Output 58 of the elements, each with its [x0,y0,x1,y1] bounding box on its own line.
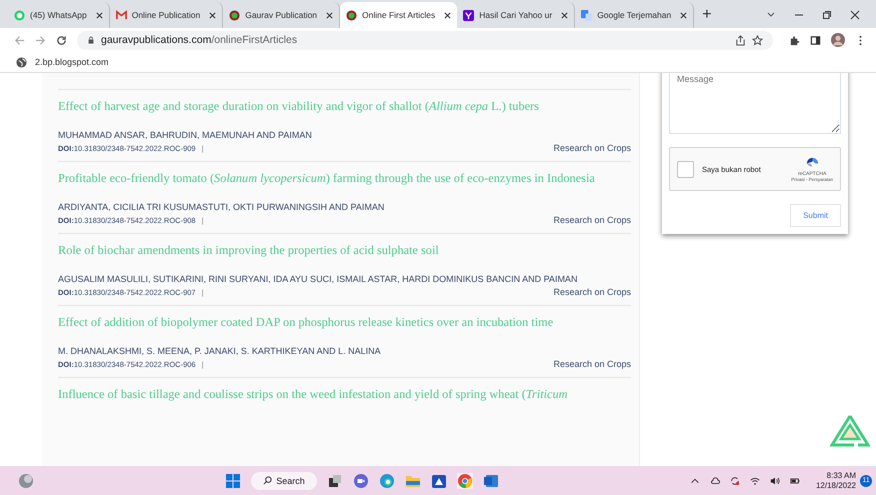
close-icon[interactable] [850,10,860,20]
triangle-logo-icon [830,414,870,448]
share-icon[interactable] [735,34,746,46]
clock-time[interactable]: 8:33 AM [826,470,856,480]
taskbar-search-button[interactable]: Search [251,472,317,490]
tab-title: Google Terjemahan [597,10,672,20]
article-authors: ARDIYANTA, CICILIA TRI KUSUMASTUTI, OKTI PURWANINGSIH AND PAIMAN [58,201,386,214]
circle-logo-icon [229,10,240,20]
wifi-icon[interactable] [750,476,760,486]
close-icon[interactable] [96,12,103,18]
puzzle-icon[interactable] [789,34,800,46]
close-icon[interactable] [326,12,334,18]
close-icon[interactable] [444,12,452,18]
link-preview: 2.bp.blogspot.com [35,57,109,67]
translate-icon [581,10,592,20]
tab-title: Hasil Cari Yahoo ur [479,10,554,20]
tab-title: Online First Articles [362,10,436,20]
url-text: gauravpublications.com/onlineFirstArticles [101,34,298,46]
lock-icon [87,36,95,44]
journal-link[interactable]: Research on Crops [553,143,631,153]
task-view-icon[interactable] [326,472,343,488]
article-authors: M. DHANALAKSHMI, S. MEENA, P. JANAKI, S. KARTHIKEYAN AND L. NALINA [58,345,382,358]
cloud-icon[interactable] [710,476,720,486]
tab-title: Gaurav Publication [245,10,318,20]
journal-link[interactable]: Research on Crops [553,359,631,369]
tab-title: Online Publication [132,10,202,20]
captcha-checkbox[interactable] [677,160,694,178]
circle-logo-icon [346,10,358,20]
clock-date[interactable]: 12/18/2022 [816,480,856,490]
journal-link[interactable]: Research on Crops [553,215,631,225]
tab-title: (45) WhatsApp [30,10,88,20]
search-icon [263,476,272,485]
journal-link[interactable]: Research on Crops [553,287,631,297]
chat-bubble-icon [14,10,25,20]
globe-icon [16,56,27,68]
reload-icon[interactable] [56,34,67,46]
close-icon[interactable] [680,12,688,18]
article-authors: MUHAMMAD ANSAR, BAHRUDIN, MAEMUNAH AND PAIMAN [58,129,313,142]
submit-button[interactable]: Submit [790,204,841,227]
speaker-icon[interactable] [770,476,780,486]
mail-icon [116,10,127,20]
close-icon[interactable] [209,12,216,18]
square-logo-icon [463,10,474,20]
battery-icon[interactable] [790,476,800,486]
restore-icon[interactable] [822,10,832,20]
browser-tab[interactable]: Online First Articles [340,2,458,28]
store-icon[interactable] [430,472,447,488]
side-panel-icon[interactable] [810,34,821,46]
chat-icon[interactable] [352,472,369,488]
sync-icon[interactable] [730,476,740,486]
new-tab-button[interactable]: + [694,2,720,28]
windows-start-icon[interactable] [225,472,242,488]
star-icon[interactable] [752,34,763,46]
close-icon[interactable] [561,12,568,18]
article-authors: AGUSALIM MASULILI, SUTIKARINI, RINI SURYANI, IDA AYU SUCI, ISMAIL ASTAR, HARDI DOMINIKUS BANCIN AND PAIMAN [58,273,578,286]
address-field[interactable]: gauravpublications.com/onlineFirstArticles [77,30,773,50]
message-field[interactable]: Message [669,73,841,134]
avatar-icon[interactable] [831,33,845,47]
